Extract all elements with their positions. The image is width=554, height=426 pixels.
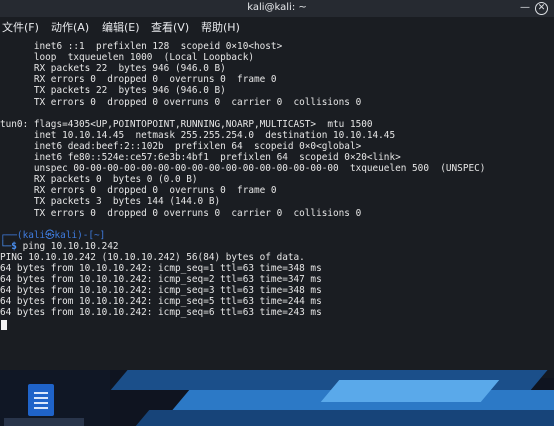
title-bar[interactable]: kali@kali: ~ — ✕	[0, 0, 554, 17]
terminal-output[interactable]: inet6 ::1 prefixlen 128 scopeid 0×10<hos…	[0, 38, 554, 368]
terminal-line: TX packets 3 bytes 144 (144.0 B)	[0, 196, 221, 208]
prompt-line-top: ┌──(kali㉿kali)-[~]	[0, 230, 105, 241]
menu-bar: 文件(F) 动作(A) 编辑(E) 查看(V) 帮助(H)	[0, 17, 554, 35]
ping-output-line: 64 bytes from 10.10.10.242: icmp_seq=2 t…	[0, 274, 322, 286]
terminal-line: unspec 00-00-00-00-00-00-00-00-00-00-00-…	[0, 163, 486, 175]
document-icon[interactable]	[28, 384, 54, 416]
menu-view[interactable]: 查看(V)	[151, 19, 189, 35]
close-button[interactable]: ✕	[535, 2, 548, 15]
terminal-line: RX errors 0 dropped 0 overruns 0 frame 0	[0, 185, 277, 197]
desktop-file-label	[4, 418, 84, 426]
terminal-line: RX errors 0 dropped 0 overruns 0 frame 0	[0, 74, 277, 86]
menu-help[interactable]: 帮助(H)	[201, 19, 240, 35]
ping-output-line: 64 bytes from 10.10.10.242: icmp_seq=1 t…	[0, 263, 322, 274]
terminal-line: inet6 fe80::524e:ce57:6e3b:4bf1 prefixle…	[0, 152, 401, 163]
menu-file[interactable]: 文件(F)	[2, 19, 39, 35]
terminal-line: TX errors 0 dropped 0 overruns 0 carrier…	[0, 96, 362, 108]
ping-output-line: 64 bytes from 10.10.10.242: icmp_seq=6 t…	[0, 307, 322, 319]
prompt-line-command: └─$ ping 10.10.10.242	[0, 241, 119, 252]
ping-output-line: 64 bytes from 10.10.10.242: icmp_seq=5 t…	[0, 296, 322, 308]
menu-edit[interactable]: 编辑(E)	[102, 19, 140, 35]
text-cursor	[1, 319, 7, 330]
terminal-line: loop txqueuelen 1000 (Local Loopback)	[0, 52, 254, 64]
terminal-line: inet6 ::1 prefixlen 128 scopeid 0×10<hos…	[0, 41, 283, 52]
menu-action[interactable]: 动作(A)	[51, 19, 89, 35]
terminal-window[interactable]: kali@kali: ~ — ✕ 文件(F) 动作(A) 编辑(E) 查看(V)…	[0, 0, 554, 370]
minimize-button[interactable]: —	[519, 3, 531, 15]
prompt-symbol: └─$	[0, 240, 23, 252]
terminal-line: TX packets 22 bytes 946 (946.0 B)	[0, 85, 226, 97]
terminal-line: RX packets 0 bytes 0 (0.0 B)	[0, 174, 198, 186]
prompt-context: ┌──(kali㉿kali)-[~]	[0, 229, 106, 241]
window-title: kali@kali: ~	[247, 2, 307, 13]
terminal-line: tun0: flags=4305<UP,POINTOPOINT,RUNNING,…	[0, 118, 373, 130]
terminal-line: TX errors 0 dropped 0 overruns 0 carrier…	[0, 207, 362, 219]
terminal-line: inet 10.10.14.45 netmask 255.255.254.0 d…	[0, 129, 396, 141]
ping-output-line: 64 bytes from 10.10.10.242: icmp_seq=3 t…	[0, 285, 322, 297]
terminal-line: inet6 dead:beef:2::102b prefixlen 64 sco…	[0, 140, 362, 152]
terminal-line: RX packets 22 bytes 946 (946.0 B)	[0, 63, 226, 75]
command-text: ping 10.10.10.242	[22, 240, 119, 252]
ping-output-line: PING 10.10.10.242 (10.10.10.242) 56(84) …	[0, 251, 305, 263]
